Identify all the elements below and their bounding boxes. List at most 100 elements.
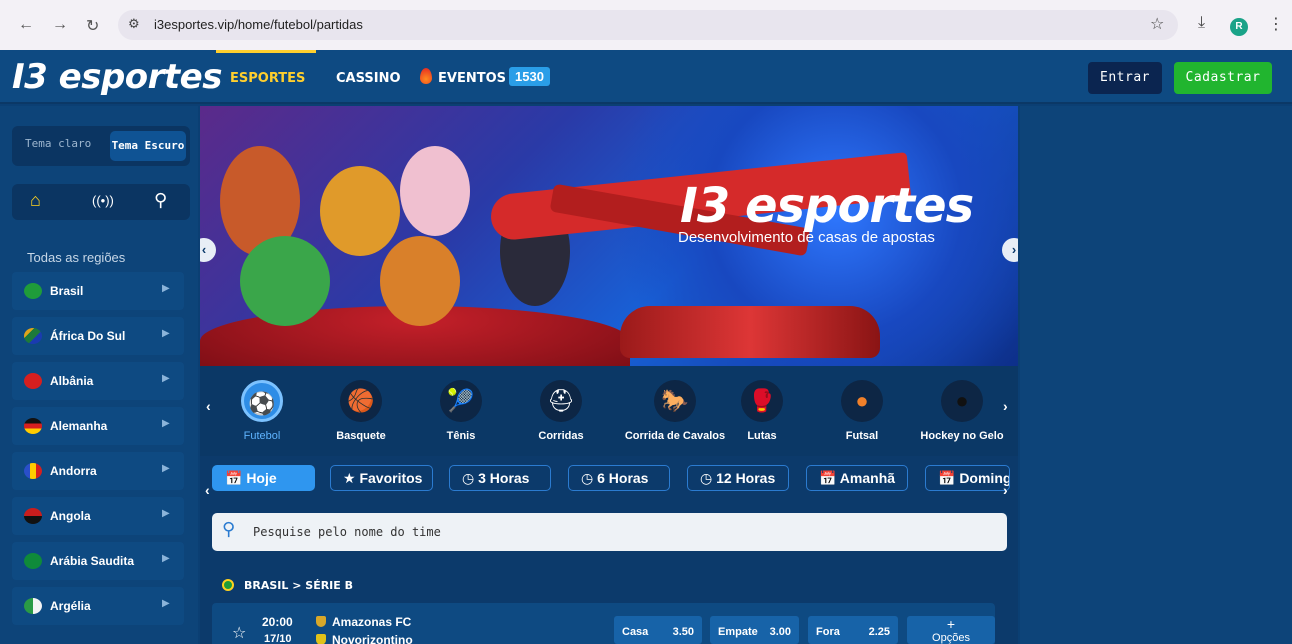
odd-fora[interactable]: Fora 2.25 bbox=[808, 616, 898, 644]
sport-label: Futsal bbox=[845, 430, 879, 442]
theme-dark-option[interactable]: Tema Escuro bbox=[110, 131, 186, 161]
away-team: Novorizontino bbox=[316, 633, 413, 644]
banner-character bbox=[240, 236, 330, 326]
sidebar-item-africa-do-sul[interactable]: África Do Sul ▶ bbox=[12, 317, 184, 355]
sport-tenis[interactable]: 🎾 Tênis bbox=[416, 380, 506, 442]
sport-label: Corridas bbox=[538, 430, 584, 442]
odd-label: Casa bbox=[622, 626, 649, 638]
theme-toggle: Tema claro Tema Escuro bbox=[12, 126, 190, 166]
match-time: 20:00 bbox=[262, 615, 293, 629]
brazil-flag-icon bbox=[24, 283, 42, 299]
login-button[interactable]: Entrar bbox=[1088, 62, 1162, 94]
favorite-star-icon[interactable]: ☆ bbox=[232, 623, 246, 643]
sport-label: Hockey no Gelo bbox=[920, 430, 1004, 442]
chevron-right-icon: ▶ bbox=[162, 373, 170, 384]
filter-3-horas[interactable]: ◷ 3 Horas bbox=[449, 465, 551, 491]
search-input[interactable]: Pesquise pelo nome do time bbox=[253, 525, 441, 539]
filters-next-icon[interactable]: › bbox=[1003, 482, 1008, 498]
filter-amanha[interactable]: 📅 Amanhã bbox=[806, 465, 908, 491]
home-team-name: Amazonas FC bbox=[332, 615, 412, 629]
plus-icon: + bbox=[946, 616, 956, 632]
bookmark-star-icon[interactable]: ☆ bbox=[1150, 14, 1164, 34]
regions-title: Todas as regiões bbox=[27, 250, 126, 265]
sport-futebol[interactable]: ⚽ Futebol bbox=[217, 380, 307, 442]
filter-favoritos[interactable]: ★ Favoritos bbox=[330, 465, 433, 491]
sport-corridas[interactable]: ⛑ Corridas bbox=[516, 380, 606, 442]
right-panel bbox=[1020, 106, 1292, 644]
address-bar[interactable]: ⚙ i3esportes.vip/home/futebol/partidas bbox=[118, 10, 1178, 40]
boxing-glove-icon: 🥊 bbox=[741, 380, 783, 422]
home-team: Amazonas FC bbox=[316, 615, 411, 629]
register-button[interactable]: Cadastrar bbox=[1174, 62, 1272, 94]
chevron-right-icon: ▶ bbox=[162, 418, 170, 429]
banner-race-car bbox=[620, 306, 880, 358]
match-row[interactable]: ☆ 20:00 17/10 Amazonas FC Novorizontino … bbox=[212, 603, 995, 644]
basketball-icon: 🏀 bbox=[340, 380, 382, 422]
reload-icon[interactable]: ↻ bbox=[86, 16, 99, 36]
nav-eventos[interactable]: EVENTOS bbox=[438, 71, 506, 86]
andorra-flag-icon bbox=[24, 463, 42, 479]
browser-menu-icon[interactable]: ⋮ bbox=[1268, 14, 1284, 34]
sport-lutas[interactable]: 🥊 Lutas bbox=[717, 380, 807, 442]
league-title: BRASIL > SÉRIE B bbox=[244, 579, 353, 592]
algeria-flag-icon bbox=[24, 598, 42, 614]
promo-banner[interactable]: I3 esportes Desenvolvimento de casas de … bbox=[200, 106, 1018, 366]
country-name: Argélia bbox=[50, 599, 91, 613]
sport-basquete[interactable]: 🏀 Basquete bbox=[316, 380, 406, 442]
country-name: África Do Sul bbox=[50, 329, 126, 343]
angola-flag-icon bbox=[24, 508, 42, 524]
team-search[interactable]: ⚲ Pesquise pelo nome do time bbox=[212, 513, 1007, 551]
theme-light-option[interactable]: Tema claro bbox=[25, 137, 91, 150]
sidebar-item-angola[interactable]: Angola ▶ bbox=[12, 497, 184, 535]
filter-6-horas[interactable]: ◷ 6 Horas bbox=[568, 465, 670, 491]
chevron-right-icon: ▶ bbox=[162, 283, 170, 294]
sidebar-item-albania[interactable]: Albânia ▶ bbox=[12, 362, 184, 400]
nav-esportes[interactable]: ESPORTES bbox=[230, 71, 305, 86]
site-header: I3 esportes ESPORTES CASSINO EVENTOS 153… bbox=[0, 50, 1292, 104]
sport-futsal[interactable]: ● Futsal bbox=[817, 380, 907, 442]
sports-prev-icon[interactable]: ‹ bbox=[206, 398, 211, 414]
filter-hoje[interactable]: 📅 Hoje bbox=[212, 465, 315, 491]
sidebar-item-brasil[interactable]: Brasil ▶ bbox=[12, 272, 184, 310]
site-logo[interactable]: I3 esportes bbox=[12, 57, 222, 97]
more-options-label: Opções bbox=[932, 632, 970, 644]
banner-character bbox=[380, 236, 460, 326]
sport-hockey-no-gelo[interactable]: ● Hockey no Gelo bbox=[912, 380, 1012, 442]
south-africa-flag-icon bbox=[24, 328, 42, 344]
home-icon[interactable]: ⌂ bbox=[30, 190, 41, 211]
sport-label: Basquete bbox=[336, 430, 386, 442]
country-name: Brasil bbox=[50, 284, 84, 298]
filter-12-horas[interactable]: ◷ 12 Horas bbox=[687, 465, 789, 491]
banner-prev-button[interactable]: ‹ bbox=[200, 238, 216, 262]
odd-label: Empate bbox=[718, 626, 758, 638]
odd-empate[interactable]: Empate 3.00 bbox=[710, 616, 799, 644]
download-icon[interactable]: ⤓ bbox=[1198, 14, 1205, 32]
odd-label: Fora bbox=[816, 626, 840, 638]
sports-next-icon[interactable]: › bbox=[1003, 398, 1008, 414]
futsal-ball-icon: ● bbox=[841, 380, 883, 422]
chevron-right-icon: ▶ bbox=[162, 328, 170, 339]
filters-prev-icon[interactable]: ‹ bbox=[205, 482, 210, 498]
sports-carousel: ‹ ⚽ Futebol 🏀 Basquete 🎾 Tênis ⛑ Corrida… bbox=[200, 366, 1018, 456]
search-icon[interactable]: ⚲ bbox=[154, 190, 167, 211]
albania-flag-icon bbox=[24, 373, 42, 389]
filter-domingo[interactable]: 📅 Domingo bbox=[925, 465, 1010, 491]
url-text[interactable]: i3esportes.vip/home/futebol/partidas bbox=[154, 17, 363, 32]
sidebar-item-arabia-saudita[interactable]: Arábia Saudita ▶ bbox=[12, 542, 184, 580]
sidebar-item-alemanha[interactable]: Alemanha ▶ bbox=[12, 407, 184, 445]
nav-cassino[interactable]: CASSINO bbox=[336, 71, 401, 86]
away-team-name: Novorizontino bbox=[332, 633, 413, 644]
league-header[interactable]: BRASIL > SÉRIE B bbox=[222, 579, 353, 592]
profile-avatar[interactable]: R bbox=[1230, 18, 1248, 36]
forward-icon[interactable]: → bbox=[52, 16, 68, 34]
team-shield-icon bbox=[316, 616, 326, 627]
active-nav-indicator bbox=[216, 50, 316, 53]
helmet-icon: ⛑ bbox=[540, 380, 582, 422]
odd-casa[interactable]: Casa 3.50 bbox=[614, 616, 702, 644]
sidebar-item-andorra[interactable]: Andorra ▶ bbox=[12, 452, 184, 490]
back-icon[interactable]: ← bbox=[18, 16, 34, 34]
more-options-button[interactable]: + Opções bbox=[907, 616, 995, 644]
live-icon[interactable]: ((•)) bbox=[92, 193, 114, 208]
site-settings-icon[interactable]: ⚙ bbox=[128, 16, 140, 32]
sidebar-item-argelia[interactable]: Argélia ▶ bbox=[12, 587, 184, 625]
